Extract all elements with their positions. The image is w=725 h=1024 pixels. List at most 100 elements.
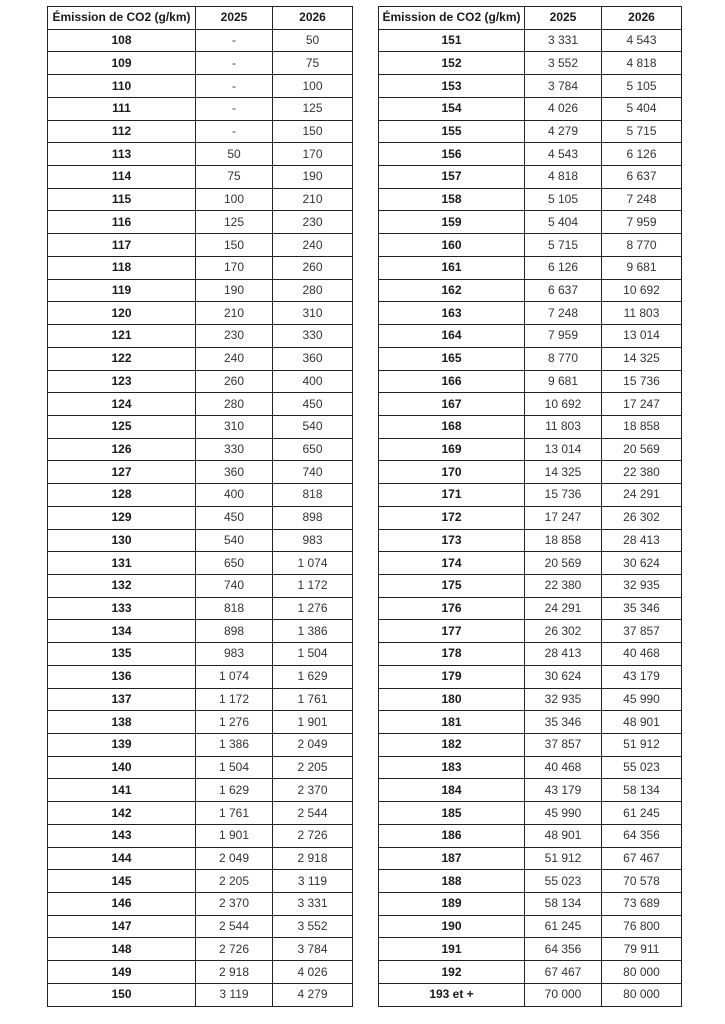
malus-2026-cell: 1 901 <box>272 710 353 734</box>
table-row: 190 61 245 76 800 <box>378 914 682 939</box>
malus-2026-cell: 79 911 <box>601 937 682 962</box>
malus-2026-cell: 70 578 <box>601 869 682 894</box>
table-row: 134 898 1 386 <box>47 619 353 644</box>
malus-2025-cell: 2 544 <box>195 914 273 939</box>
malus-2026-cell: 1 629 <box>272 664 353 689</box>
malus-2025-cell: 64 356 <box>524 937 602 962</box>
emission-cell: 176 <box>378 596 525 621</box>
table-row: 157 4 818 6 637 <box>378 165 682 189</box>
malus-2026-cell: 32 935 <box>601 573 682 598</box>
malus-2025-cell: 14 325 <box>524 460 602 485</box>
malus-2026-cell: 48 901 <box>601 710 682 734</box>
emission-cell: 180 <box>378 687 525 712</box>
malus-2025-cell: 32 935 <box>524 687 602 712</box>
malus-2026-cell: 30 624 <box>601 551 682 575</box>
emission-cell: 140 <box>47 755 196 780</box>
emission-cell: 173 <box>378 528 525 553</box>
emission-cell: 117 <box>47 233 196 257</box>
table-row: 178 28 413 40 468 <box>378 642 682 666</box>
emission-cell: 142 <box>47 801 196 825</box>
malus-2025-cell: 740 <box>195 573 273 598</box>
malus-2026-cell: 4 818 <box>601 51 682 76</box>
emission-cell: 189 <box>378 892 525 916</box>
malus-2026-cell: 3 119 <box>272 869 353 894</box>
emission-cell: 108 <box>47 28 196 53</box>
table-row: 121 230 330 <box>47 324 353 348</box>
emission-cell: 179 <box>378 664 525 689</box>
malus-2025-cell: 400 <box>195 483 273 507</box>
malus-2025-cell: 67 467 <box>524 960 602 984</box>
malus-2026-cell: 7 248 <box>601 187 682 212</box>
emission-cell: 151 <box>378 28 525 53</box>
table-row: 129 450 898 <box>47 505 353 530</box>
malus-2025-cell: 170 <box>195 255 273 280</box>
malus-2026-cell: 400 <box>272 369 353 394</box>
emission-cell: 129 <box>47 505 196 530</box>
emission-cell: 170 <box>378 460 525 485</box>
table-row: 110-100 <box>47 74 353 98</box>
emission-cell: 111 <box>47 96 196 121</box>
table-row: 120 210 310 <box>47 301 353 326</box>
table-row: 183 40 468 55 023 <box>378 755 682 780</box>
malus-2025-cell: - <box>195 119 273 144</box>
emission-cell: 159 <box>378 210 525 235</box>
malus-2025-cell: 4 543 <box>524 142 602 167</box>
emission-cell: 120 <box>47 301 196 326</box>
malus-2025-cell: - <box>195 51 273 76</box>
malus-2025-cell: 26 302 <box>524 619 602 644</box>
emission-cell: 178 <box>378 642 525 666</box>
table-row: 166 9 681 15 736 <box>378 369 682 394</box>
malus-2026-cell: 360 <box>272 346 353 371</box>
emission-cell: 190 <box>378 914 525 939</box>
emission-cell: 158 <box>378 187 525 212</box>
table-row: 145 2 205 3 119 <box>47 869 353 894</box>
malus-2025-cell: 4 818 <box>524 165 602 189</box>
table-row: 143 1 901 2 726 <box>47 823 353 848</box>
emission-cell: 112 <box>47 119 196 144</box>
table-row: 167 10 692 17 247 <box>378 392 682 416</box>
emission-cell: 164 <box>378 324 525 348</box>
table-row: 147 2 544 3 552 <box>47 914 353 939</box>
malus-2026-cell: 1 504 <box>272 642 353 666</box>
malus-2026-cell: 10 692 <box>601 278 682 303</box>
emission-cell: 110 <box>47 74 196 98</box>
malus-2025-cell: 2 918 <box>195 960 273 984</box>
emission-cell: 184 <box>378 778 525 803</box>
table-row: 164 7 959 13 014 <box>378 324 682 348</box>
malus-2026-cell: 35 346 <box>601 596 682 621</box>
header-row: Émission de CO2 (g/km) 2025 2026 <box>47 6 353 30</box>
table-row: 128 400 818 <box>47 483 353 507</box>
emission-cell: 182 <box>378 733 525 757</box>
malus-2026-cell: 50 <box>272 28 353 53</box>
table-row: 124 280 450 <box>47 392 353 416</box>
table-row: 192 67 467 80 000 <box>378 960 682 984</box>
malus-2025-cell: 1 504 <box>195 755 273 780</box>
table-row: 184 43 179 58 134 <box>378 778 682 803</box>
emission-cell: 138 <box>47 710 196 734</box>
malus-2026-cell: 190 <box>272 165 353 189</box>
malus-2026-cell: 22 380 <box>601 460 682 485</box>
malus-2026-cell: 20 569 <box>601 437 682 462</box>
malus-2026-cell: 3 784 <box>272 937 353 962</box>
malus-2026-cell: 43 179 <box>601 664 682 689</box>
malus-2025-cell: 10 692 <box>524 392 602 416</box>
malus-2025-cell: 2 370 <box>195 892 273 916</box>
emission-cell: 183 <box>378 755 525 780</box>
malus-2025-cell: - <box>195 28 273 53</box>
malus-2025-cell: 5 715 <box>524 233 602 257</box>
emission-cell: 172 <box>378 505 525 530</box>
malus-2026-cell: 45 990 <box>601 687 682 712</box>
malus-2026-cell: 1 276 <box>272 596 353 621</box>
table-row: 152 3 552 4 818 <box>378 51 682 76</box>
malus-2026-cell: 898 <box>272 505 353 530</box>
malus-2026-cell: 280 <box>272 278 353 303</box>
table-row: 127 360 740 <box>47 460 353 485</box>
emission-cell: 171 <box>378 483 525 507</box>
table-row: 171 15 736 24 291 <box>378 483 682 507</box>
emission-cell: 149 <box>47 960 196 984</box>
malus-2025-cell: 1 629 <box>195 778 273 803</box>
emission-cell: 153 <box>378 74 525 98</box>
table-row: 169 13 014 20 569 <box>378 437 682 462</box>
malus-2025-cell: 30 624 <box>524 664 602 689</box>
malus-2026-cell: 818 <box>272 483 353 507</box>
